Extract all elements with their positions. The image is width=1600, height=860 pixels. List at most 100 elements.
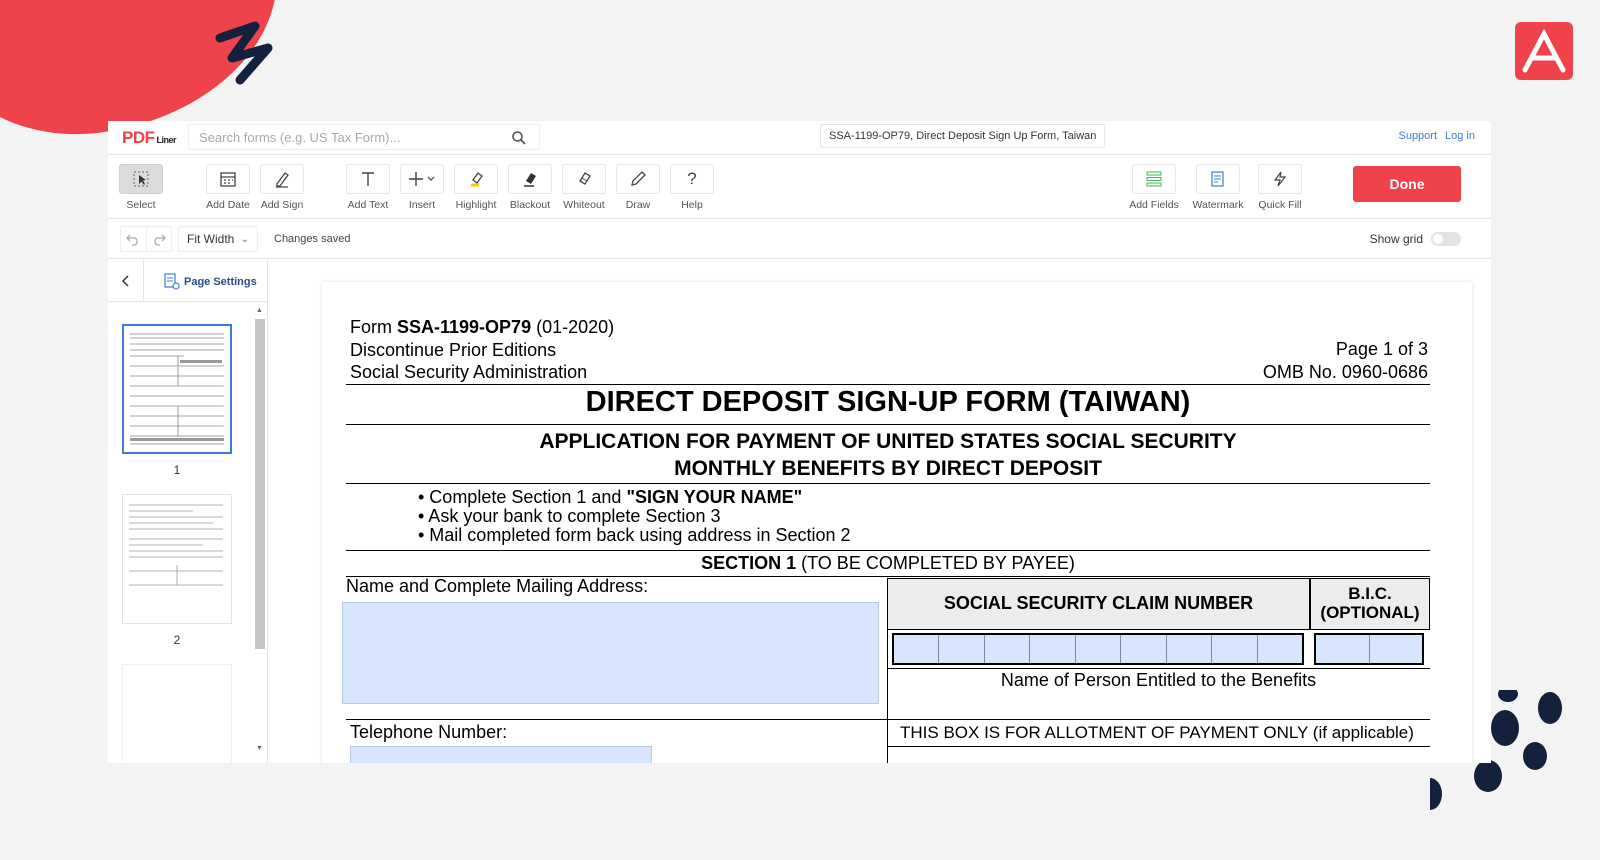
toggle-switch[interactable] bbox=[1431, 232, 1461, 246]
ssn-digit-field[interactable] bbox=[1030, 635, 1076, 663]
tool-highlight[interactable]: Highlight bbox=[447, 164, 505, 211]
document-title: SSA-1199-OP79, Direct Deposit Sign Up Fo… bbox=[820, 124, 1106, 148]
tool-blackout[interactable]: Blackout bbox=[501, 164, 559, 211]
page-settings-label: Page Settings bbox=[184, 275, 257, 288]
plus-icon bbox=[409, 172, 435, 186]
show-grid-label: Show grid bbox=[1369, 232, 1423, 246]
search-input[interactable] bbox=[199, 128, 499, 146]
brand-suffix: Liner bbox=[156, 135, 177, 145]
tool-add-text[interactable]: Add Text bbox=[339, 164, 397, 211]
ssn-digit-field[interactable] bbox=[1257, 635, 1302, 663]
form-edition-note: Discontinue Prior Editions bbox=[350, 339, 557, 360]
tool-label: Watermark bbox=[1192, 199, 1244, 211]
ssn-digit-field[interactable] bbox=[939, 635, 985, 663]
instruction-item: • Complete Section 1 and bbox=[418, 487, 627, 507]
collapse-sidebar-button[interactable] bbox=[108, 260, 144, 302]
pdfliner-logo[interactable]: PDF Liner bbox=[122, 128, 177, 148]
search-box bbox=[188, 124, 540, 150]
chevron-left-icon bbox=[121, 275, 129, 287]
undo-redo-group bbox=[120, 226, 172, 252]
telephone-field[interactable] bbox=[350, 746, 652, 763]
thumbnail-preview bbox=[129, 504, 223, 586]
tool-add-date[interactable]: Add Date bbox=[199, 164, 257, 211]
tool-whiteout[interactable]: Whiteout bbox=[555, 164, 613, 211]
cursor-icon bbox=[133, 171, 149, 187]
page-thumbnail[interactable] bbox=[122, 664, 232, 763]
page-thumbnail[interactable] bbox=[122, 494, 232, 624]
page-sidebar: Page Settings 1 2 ▲ ▼ bbox=[108, 260, 268, 763]
page-thumbnail[interactable] bbox=[122, 324, 232, 454]
allotment-note: THIS BOX IS FOR ALLOTMENT OF PAYMENT ONL… bbox=[900, 723, 1414, 742]
form-agency: Social Security Administration bbox=[350, 362, 588, 382]
brand-name: PDF bbox=[122, 128, 155, 147]
instruction-list: • Complete Section 1 and "SIGN YOUR NAME… bbox=[418, 488, 851, 545]
bic-label: B.I.C. bbox=[1348, 584, 1392, 603]
bic-field[interactable] bbox=[1369, 635, 1422, 663]
tool-help[interactable]: ? Help bbox=[663, 164, 721, 211]
tool-add-fields[interactable]: Add Fields bbox=[1125, 164, 1183, 211]
redo-button[interactable] bbox=[147, 227, 172, 251]
watermark-icon bbox=[1211, 171, 1224, 187]
undo-button[interactable] bbox=[121, 227, 147, 251]
scroll-thumb[interactable] bbox=[255, 319, 265, 649]
ssn-input-boxes[interactable] bbox=[892, 633, 1304, 665]
subtitle-line: APPLICATION FOR PAYMENT OF UNITED STATES… bbox=[539, 430, 1237, 453]
tool-label: Add Text bbox=[347, 199, 389, 211]
tool-label: Add Fields bbox=[1129, 199, 1179, 211]
tool-insert[interactable]: Insert bbox=[393, 164, 451, 211]
scroll-up-icon[interactable]: ▲ bbox=[256, 307, 263, 314]
search-icon[interactable] bbox=[511, 130, 527, 146]
ssn-digit-field[interactable] bbox=[1212, 635, 1258, 663]
divider bbox=[346, 424, 1430, 425]
decor-squiggle bbox=[215, 21, 273, 85]
tool-label: Blackout bbox=[509, 199, 551, 211]
instruction-emphasis: "SIGN YOUR NAME" bbox=[626, 487, 803, 507]
name-address-field[interactable] bbox=[342, 602, 879, 704]
tool-label: Whiteout bbox=[563, 199, 605, 211]
login-link[interactable]: Log in bbox=[1445, 130, 1475, 142]
ssn-digit-field[interactable] bbox=[984, 635, 1031, 663]
zoom-value: Fit Width bbox=[187, 232, 235, 246]
tool-draw[interactable]: Draw bbox=[609, 164, 667, 211]
instruction-item: • Ask your bank to complete Section 3 bbox=[418, 506, 721, 526]
support-link[interactable]: Support bbox=[1398, 130, 1437, 142]
tool-quick-fill[interactable]: Quick Fill bbox=[1251, 164, 1309, 211]
subtitle-line: MONTHLY BENEFITS BY DIRECT DEPOSIT bbox=[674, 457, 1102, 480]
tool-label: Select bbox=[126, 199, 156, 211]
bic-header: B.I.C. (OPTIONAL) bbox=[1310, 578, 1430, 630]
undo-icon bbox=[126, 234, 138, 246]
page-settings-button[interactable]: Page Settings bbox=[164, 273, 257, 290]
divider bbox=[346, 384, 1430, 385]
tool-add-sign[interactable]: Add Sign bbox=[253, 164, 311, 211]
zoom-select[interactable]: Fit Width ⌄ bbox=[178, 226, 258, 252]
tool-watermark[interactable]: Watermark bbox=[1189, 164, 1247, 211]
page-number: 1 bbox=[173, 463, 181, 477]
page-number: 2 bbox=[173, 633, 181, 647]
form-prefix: Form bbox=[350, 317, 397, 337]
sidebar-scrollbar[interactable]: ▲ ▼ bbox=[255, 307, 265, 757]
page-settings-icon bbox=[164, 273, 180, 290]
calendar-icon bbox=[220, 172, 236, 187]
show-grid-toggle[interactable]: Show grid bbox=[1370, 232, 1461, 246]
scroll-down-icon[interactable]: ▼ bbox=[256, 745, 263, 752]
tool-label: Draw bbox=[625, 199, 651, 211]
section-heading: SECTION 1 (TO BE COMPLETED BY PAYEE) bbox=[346, 553, 1430, 574]
bic-input-boxes[interactable] bbox=[1314, 633, 1424, 665]
done-button[interactable]: Done bbox=[1353, 166, 1461, 202]
toolbar: Select Add Date Add Sign Add Text Insert… bbox=[108, 156, 1491, 219]
form-number: SSA-1199-OP79 bbox=[397, 317, 532, 337]
tool-label: Insert bbox=[408, 199, 436, 211]
ssn-digit-field[interactable] bbox=[1166, 635, 1213, 663]
top-links: Support Log in bbox=[1390, 130, 1475, 142]
help-icon: ? bbox=[687, 169, 697, 188]
ssn-digit-field[interactable] bbox=[1121, 635, 1167, 663]
divider bbox=[887, 668, 1430, 669]
tool-select[interactable]: Select bbox=[112, 164, 170, 211]
pencil-icon bbox=[631, 171, 646, 186]
ssn-digit-field[interactable] bbox=[1075, 635, 1122, 663]
ssn-digit-field[interactable] bbox=[894, 635, 940, 663]
form-omb-number: OMB No. 0960-0686 bbox=[1262, 361, 1428, 382]
bic-field[interactable] bbox=[1316, 635, 1370, 663]
chevron-down-icon: ⌄ bbox=[240, 234, 249, 245]
form-header-right: Page 1 of 3 OMB No. 0960-0686 bbox=[1263, 338, 1428, 383]
